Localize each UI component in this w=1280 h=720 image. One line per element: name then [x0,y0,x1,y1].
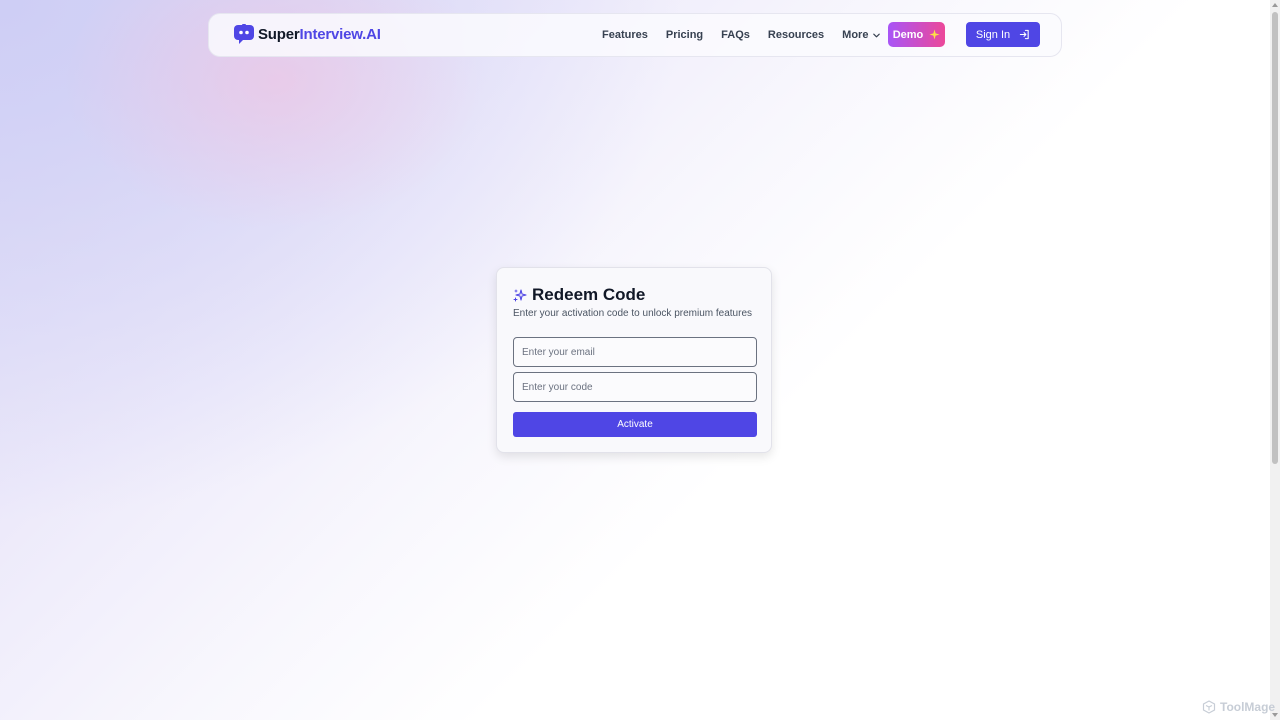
demo-button[interactable]: Demo [888,22,945,47]
nav-link-faqs[interactable]: FAQs [721,29,750,41]
sign-in-button[interactable]: Sign In [966,22,1040,47]
sparkle-icon [929,29,940,40]
brand-logo[interactable]: SuperInterview.AI [234,24,381,45]
redeem-code-card: Redeem Code Enter your activation code t… [496,267,772,453]
email-input[interactable] [513,337,757,367]
demo-button-label: Demo [892,28,924,41]
chevron-down-icon [873,33,881,37]
brand-name-bold: Super [258,26,300,43]
nav-link-more[interactable]: More [842,29,881,41]
brand-name: SuperInterview.AI [258,26,381,43]
scrollbar-thumb[interactable] [1272,12,1278,464]
chat-bot-icon [234,24,254,44]
watermark-text: ToolMage [1220,700,1276,714]
code-input[interactable] [513,372,757,402]
sign-in-button-label: Sign In [975,28,1011,41]
nav-link-features[interactable]: Features [602,29,648,41]
activate-button[interactable]: Activate [513,412,757,437]
scroll-up-arrow-icon[interactable] [1272,3,1278,7]
nav-link-more-label: More [842,29,869,41]
vertical-scrollbar[interactable] [1270,0,1280,720]
login-icon [1019,29,1029,40]
brand-name-accent: Interview.AI [299,26,381,43]
watermark: ToolMage [1202,700,1275,714]
sparkles-icon [513,289,527,302]
toolmage-logo-icon [1202,700,1216,714]
card-title: Redeem Code [532,285,646,304]
navbar: SuperInterview.AI Features Pricing FAQs … [208,13,1062,57]
nav-link-pricing[interactable]: Pricing [666,29,703,41]
card-subtitle: Enter your activation code to unlock pre… [513,308,753,319]
card-header: Redeem Code [513,285,645,305]
nav-link-resources[interactable]: Resources [768,29,824,41]
nav-links: Features Pricing FAQs Resources More [602,14,899,56]
